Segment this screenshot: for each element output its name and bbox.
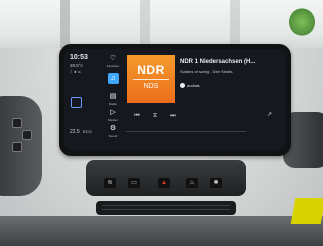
app-music[interactable]: ♫ — [104, 73, 122, 84]
eco-mode[interactable]: ECO — [83, 129, 92, 134]
star-icon: ♡ — [109, 55, 117, 62]
bluetooth-icon: ᛒ — [70, 69, 73, 74]
media-app-column: ♡ Favoriten ♫ ▤ Radio ▷ Medien ⚙ Sound — [104, 53, 122, 145]
car-icon: ▭ — [77, 69, 81, 74]
source-label: audials — [180, 83, 200, 89]
sound-icon: ⚙ — [109, 125, 117, 132]
station-cover-art[interactable]: NDR NDS — [127, 55, 175, 103]
cover-logo-nds: NDS — [143, 83, 159, 90]
next-button[interactable]: ⏭ — [168, 111, 178, 121]
hazard-button[interactable]: ▲ — [158, 178, 170, 188]
driver-temperature[interactable]: 22.5 — [70, 129, 80, 135]
center-air-vent — [96, 201, 236, 215]
hvac-button-panel: ≋ ▭ ▲ ♨ ✱ — [86, 160, 246, 196]
station-name: NDR 1 Niedersachsen (H... — [180, 59, 256, 65]
rear-defrost-button[interactable]: ▭ — [128, 178, 140, 188]
song-title: Sultans of swing - Dire Straits — [180, 69, 233, 74]
scan-button[interactable]: ⧖ — [150, 111, 160, 121]
dashboard-lower — [0, 216, 323, 246]
status-icons: ᛒ ▮ ▭ — [70, 69, 81, 74]
clock: 10:53 — [70, 54, 88, 61]
app-radio[interactable]: ▤ Radio — [104, 93, 122, 106]
seat-heat-button[interactable]: ♨ — [186, 178, 198, 188]
app-medien[interactable]: ▷ Medien — [104, 109, 122, 122]
outside-temperature: 28.5°c — [70, 63, 83, 68]
cover-logo-ndr: NDR — [137, 63, 165, 77]
steering-wheel — [0, 96, 42, 196]
car-interior-photo: 10:53 28.5°c ᛒ ▮ ▭ 22.5 ECO ♡ Favoriten … — [0, 0, 323, 246]
previous-button[interactable]: ⏮ — [132, 111, 142, 121]
yellow-object — [290, 198, 323, 224]
status-column: 10:53 28.5°c ᛒ ▮ ▭ 22.5 ECO — [68, 53, 104, 145]
signal-icon: ▮ — [73, 69, 77, 74]
app-favoriten[interactable]: ♡ Favoriten — [104, 55, 122, 68]
wheel-button[interactable] — [12, 142, 22, 152]
divider — [126, 131, 246, 132]
infotainment-display: 10:53 28.5°c ᛒ ▮ ▭ 22.5 ECO ♡ Favoriten … — [59, 44, 291, 156]
climate-button[interactable]: ✱ — [210, 178, 222, 188]
cover-divider — [133, 79, 169, 80]
defrost-button[interactable]: ≋ — [104, 178, 116, 188]
media-icon: ▷ — [110, 109, 116, 116]
wheel-button[interactable] — [22, 130, 32, 140]
audials-icon — [180, 83, 185, 89]
list-icon[interactable]: ↗ — [267, 111, 272, 118]
home-button[interactable] — [71, 97, 82, 108]
vent-louver — [102, 209, 230, 210]
outside-plant — [289, 8, 315, 36]
wheel-button[interactable] — [12, 118, 22, 128]
infotainment-screen: 10:53 28.5°c ᛒ ▮ ▭ 22.5 ECO ♡ Favoriten … — [64, 49, 286, 150]
music-icon: ♫ — [107, 73, 119, 84]
app-sound[interactable]: ⚙ Sound — [104, 125, 122, 138]
radio-icon: ▤ — [109, 93, 117, 100]
vent-louver — [102, 205, 230, 206]
